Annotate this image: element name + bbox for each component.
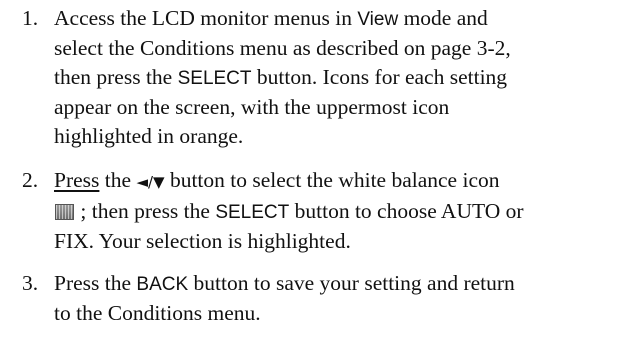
step-text: Access the LCD monitor menus in View mod… bbox=[54, 4, 624, 151]
text-line: to the Conditions menu. bbox=[54, 299, 624, 328]
text-run: ; then press the bbox=[75, 199, 216, 223]
text-run: button. Icons for each setting bbox=[251, 65, 508, 89]
text-run: then press the bbox=[54, 65, 178, 89]
text-run: mode and bbox=[398, 6, 488, 30]
white-balance-icon bbox=[55, 204, 74, 220]
text-run: appear on the screen, with the uppermost… bbox=[54, 95, 450, 119]
text-line: Press the ◄/▼ button to select the white… bbox=[54, 166, 624, 197]
text-line: FIX. Your selection is highlighted. bbox=[54, 227, 624, 256]
ui-button-label: SELECT bbox=[177, 68, 252, 89]
text-run: button to select the white balance icon bbox=[164, 168, 500, 192]
text-run: the bbox=[99, 168, 137, 192]
step-number: 1. bbox=[22, 6, 39, 30]
text-line: highlighted in orange. bbox=[54, 122, 624, 151]
ui-button-label: BACK bbox=[136, 274, 189, 295]
step-text: Press the ◄/▼ button to select the white… bbox=[54, 166, 624, 256]
step-text: Press the BACK button to save your setti… bbox=[54, 269, 624, 328]
text-run: Access the LCD monitor menus in bbox=[54, 6, 358, 30]
text-line: then press the SELECT button. Icons for … bbox=[54, 63, 624, 93]
text-run: Press bbox=[54, 168, 100, 192]
step-number: 2. bbox=[22, 168, 39, 192]
text-run: button to save your setting and return bbox=[188, 271, 515, 295]
text-line: select the Conditions menu as described … bbox=[54, 34, 624, 63]
step-number: 3. bbox=[22, 271, 39, 295]
text-run: Press the bbox=[54, 271, 137, 295]
text-run: select the Conditions menu as described … bbox=[54, 36, 511, 60]
text-line: Press the BACK button to save your setti… bbox=[54, 269, 624, 299]
ui-button-label: SELECT bbox=[215, 202, 290, 223]
text-run: highlighted in orange. bbox=[54, 124, 244, 148]
text-run: to the Conditions menu. bbox=[54, 301, 261, 325]
text-line: Access the LCD monitor menus in View mod… bbox=[54, 4, 624, 34]
text-run: FIX. Your selection is highlighted. bbox=[54, 229, 351, 253]
text-line: appear on the screen, with the uppermost… bbox=[54, 93, 624, 122]
text-run: button to choose AUTO or bbox=[289, 199, 524, 223]
ui-mode-label: View bbox=[357, 9, 399, 30]
text-line: ; then press the SELECT button to choose… bbox=[54, 197, 624, 227]
arrow-buttons-icon: ◄/▼ bbox=[136, 173, 165, 191]
